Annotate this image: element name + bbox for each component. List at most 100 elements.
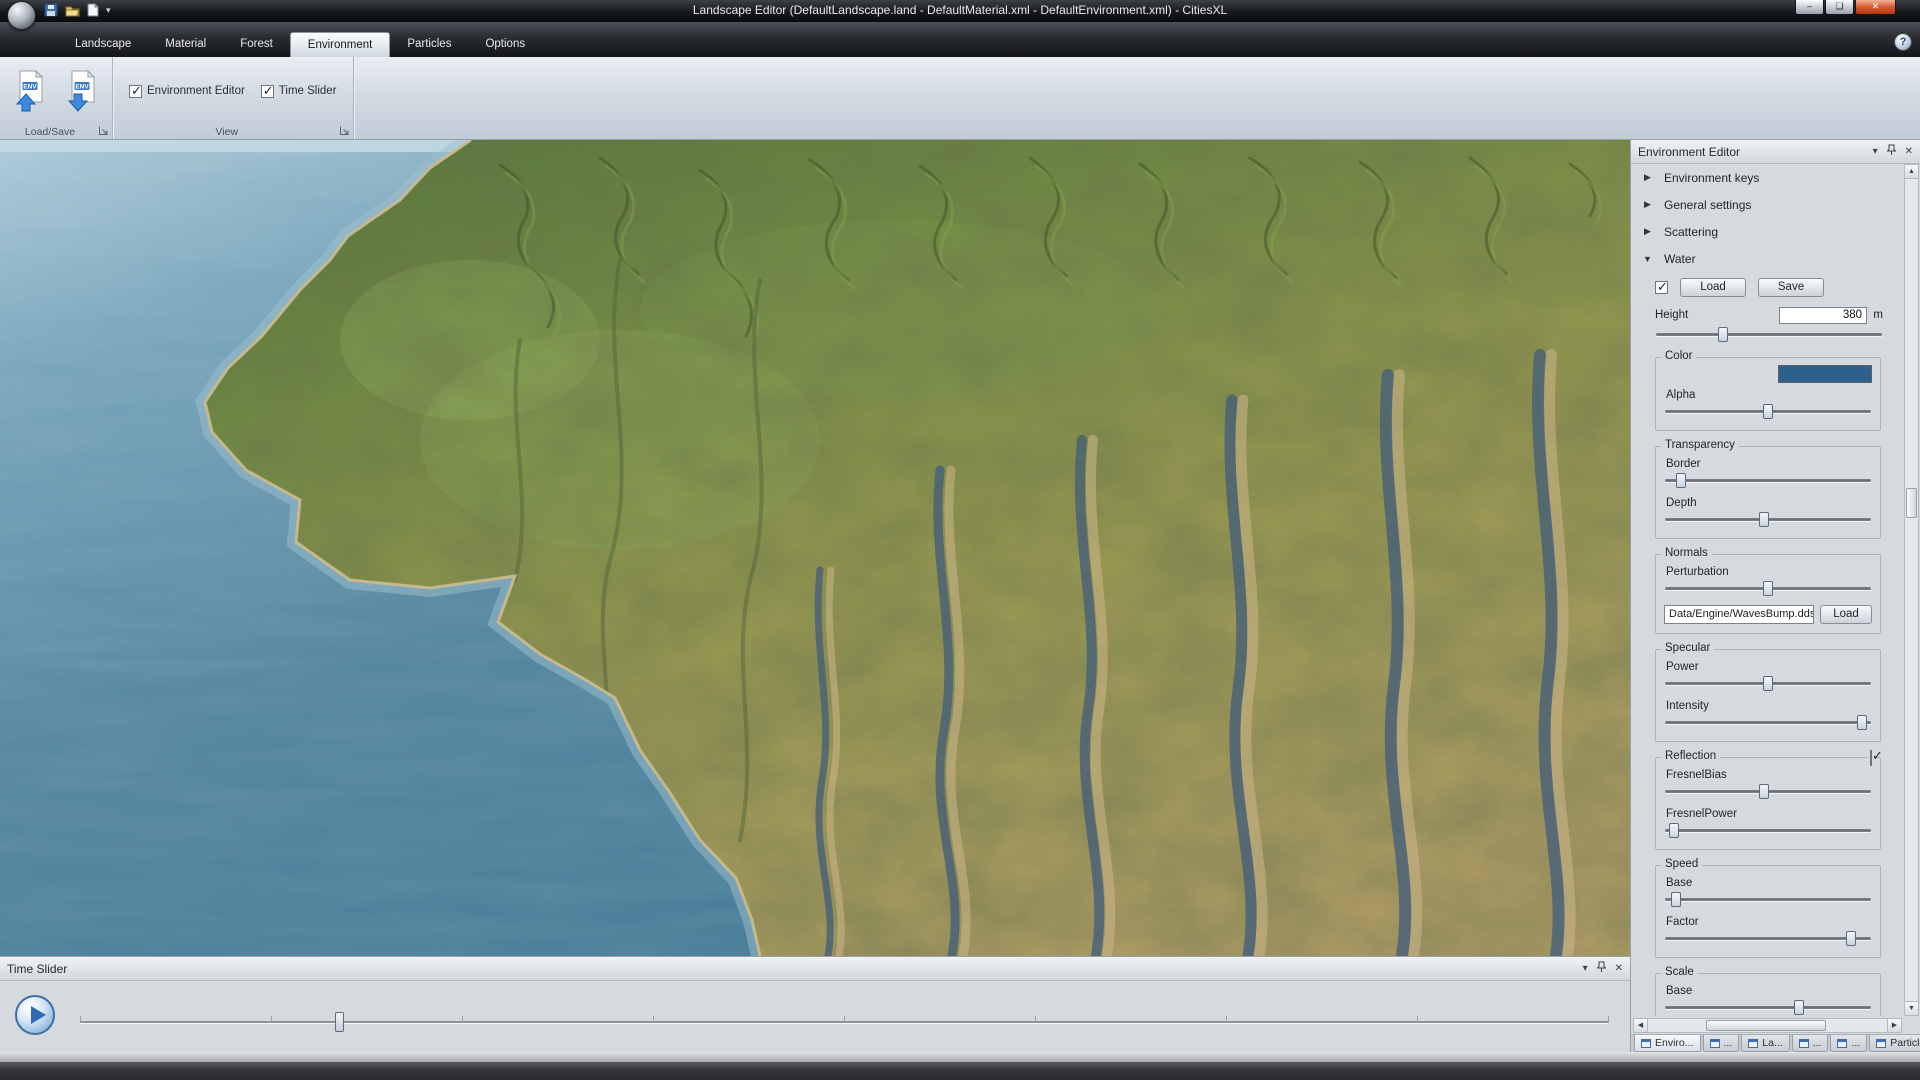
- perturbation-slider[interactable]: [1664, 581, 1872, 596]
- slider-thumb[interactable]: [1669, 823, 1679, 838]
- scrollbar-thumb[interactable]: [1706, 1020, 1826, 1031]
- alpha-slider[interactable]: [1664, 404, 1872, 419]
- dialog-launcher-icon[interactable]: [98, 125, 109, 136]
- reflection-enabled-checkbox[interactable]: [1870, 750, 1872, 766]
- play-button[interactable]: [15, 995, 55, 1035]
- border-slider[interactable]: [1664, 473, 1872, 488]
- water-save-button[interactable]: Save: [1758, 278, 1824, 297]
- slider-thumb[interactable]: [1676, 473, 1686, 488]
- timeline-tick: [1035, 1016, 1036, 1023]
- slider-thumb[interactable]: [1759, 784, 1769, 799]
- speed-factor-slider[interactable]: [1664, 931, 1872, 946]
- app-menu-orb[interactable]: [7, 1, 36, 30]
- environment-editor-checkbox[interactable]: [129, 85, 142, 98]
- slider-thumb[interactable]: [1794, 1000, 1804, 1015]
- scroll-down-icon[interactable]: ▼: [1905, 1001, 1918, 1015]
- slider-thumb[interactable]: [1763, 404, 1773, 419]
- ribbon-tab-row: Landscape Material Forest Environment Pa…: [0, 22, 1920, 57]
- terrain-viewport[interactable]: [0, 140, 1630, 956]
- normals-file-input[interactable]: Data/Engine/WavesBump.dds: [1664, 605, 1814, 624]
- tree-item-scattering[interactable]: ▶ Scattering: [1631, 218, 1903, 245]
- slider-track: [1665, 829, 1871, 832]
- scroll-up-icon[interactable]: ▲: [1905, 165, 1918, 179]
- app-window: ▾ Landscape Editor (DefaultLandscape.lan…: [0, 0, 1920, 1080]
- depth-slider[interactable]: [1664, 512, 1872, 527]
- tab-options[interactable]: Options: [468, 32, 542, 57]
- panel-tab-environment[interactable]: Enviro...: [1634, 1035, 1701, 1052]
- maximize-button[interactable]: ❏: [1825, 0, 1854, 15]
- tab-environment[interactable]: Environment: [290, 32, 391, 57]
- panel-menu-chevron-icon[interactable]: ▾: [1873, 147, 1878, 157]
- help-button[interactable]: ?: [1894, 33, 1912, 51]
- panel-pin-icon[interactable]: [1597, 961, 1606, 976]
- panel-close-icon[interactable]: ✕: [1905, 147, 1913, 157]
- tree-item-environment-keys[interactable]: ▶ Environment keys: [1631, 164, 1903, 191]
- tab-particles[interactable]: Particles: [390, 32, 468, 57]
- scale-base-slider[interactable]: [1664, 1000, 1872, 1015]
- water-enabled-checkbox[interactable]: [1655, 281, 1668, 294]
- tree-item-general-settings[interactable]: ▶ General settings: [1631, 191, 1903, 218]
- fresnel-bias-label: FresnelBias: [1666, 769, 1872, 781]
- power-slider[interactable]: [1664, 676, 1872, 691]
- height-input[interactable]: 380: [1779, 307, 1867, 324]
- panel-tab-label: ...: [1724, 1037, 1733, 1049]
- time-slider-timeline[interactable]: [80, 1011, 1608, 1033]
- water-color-swatch[interactable]: [1778, 365, 1872, 383]
- tree-item-water[interactable]: ▼ Water: [1631, 245, 1903, 272]
- tab-landscape[interactable]: Landscape: [58, 32, 148, 57]
- power-label: Power: [1666, 661, 1872, 673]
- expand-arrow-icon[interactable]: ▶: [1642, 199, 1653, 210]
- load-environment-button[interactable]: ENV: [6, 61, 54, 121]
- slider-thumb[interactable]: [1763, 676, 1773, 691]
- slider-thumb[interactable]: [1857, 715, 1867, 730]
- panel-tab-landscape[interactable]: La...: [1741, 1035, 1789, 1052]
- panel-close-icon[interactable]: ✕: [1615, 964, 1623, 974]
- slider-thumb[interactable]: [1759, 512, 1769, 527]
- panel-tab-4[interactable]: ...: [1792, 1035, 1829, 1052]
- time-slider-handle[interactable]: [335, 1012, 344, 1032]
- scrollbar-thumb[interactable]: [1906, 488, 1917, 518]
- timeline-tick: [653, 1016, 654, 1023]
- window-icon: [1799, 1039, 1809, 1048]
- reflection-group: Reflection FresnelBias FresnelPower: [1655, 757, 1881, 850]
- panel-menu-chevron-icon[interactable]: ▾: [1583, 964, 1588, 974]
- save-environment-button[interactable]: ENV: [58, 61, 106, 121]
- panel-tab-particles[interactable]: Particles: [1869, 1035, 1920, 1052]
- minimize-button[interactable]: –: [1795, 0, 1824, 15]
- open-icon[interactable]: [65, 4, 80, 17]
- height-slider[interactable]: [1655, 327, 1883, 342]
- panel-horizontal-scrollbar[interactable]: ◀ ▶: [1633, 1018, 1902, 1033]
- water-load-button[interactable]: Load: [1680, 278, 1746, 297]
- tab-forest[interactable]: Forest: [223, 32, 290, 57]
- expand-arrow-icon[interactable]: ▼: [1642, 254, 1653, 264]
- time-slider-checkbox[interactable]: [261, 85, 274, 98]
- panel-tab-5[interactable]: ...: [1830, 1035, 1867, 1052]
- speed-base-slider[interactable]: [1664, 892, 1872, 907]
- time-slider-toggle[interactable]: Time Slider: [261, 85, 337, 98]
- dialog-launcher-icon[interactable]: [339, 125, 350, 136]
- scroll-left-icon[interactable]: ◀: [1634, 1019, 1648, 1032]
- close-button[interactable]: ✕: [1855, 0, 1896, 15]
- new-file-icon[interactable]: [87, 3, 99, 17]
- scroll-right-icon[interactable]: ▶: [1887, 1019, 1901, 1032]
- save-icon[interactable]: [44, 3, 58, 17]
- slider-thumb[interactable]: [1718, 327, 1728, 342]
- quick-access-caret-icon[interactable]: ▾: [106, 5, 111, 16]
- fresnel-bias-slider[interactable]: [1664, 784, 1872, 799]
- slider-thumb[interactable]: [1671, 892, 1681, 907]
- environment-editor-toggle[interactable]: Environment Editor: [129, 85, 245, 98]
- slider-thumb[interactable]: [1763, 581, 1773, 596]
- slider-thumb[interactable]: [1846, 931, 1856, 946]
- expand-arrow-icon[interactable]: ▶: [1642, 226, 1653, 237]
- panel-vertical-scrollbar[interactable]: ▲ ▼: [1904, 164, 1919, 1016]
- panel-pin-icon[interactable]: [1887, 144, 1896, 159]
- tab-material[interactable]: Material: [148, 32, 223, 57]
- env-save-icon: ENV: [64, 70, 100, 112]
- normals-load-button[interactable]: Load: [1820, 605, 1872, 624]
- time-slider-toggle-label: Time Slider: [279, 85, 337, 97]
- fresnel-power-slider[interactable]: [1664, 823, 1872, 838]
- svg-text:ENV: ENV: [75, 84, 89, 91]
- panel-tab-2[interactable]: ...: [1703, 1035, 1740, 1052]
- intensity-slider[interactable]: [1664, 715, 1872, 730]
- expand-arrow-icon[interactable]: ▶: [1642, 172, 1653, 183]
